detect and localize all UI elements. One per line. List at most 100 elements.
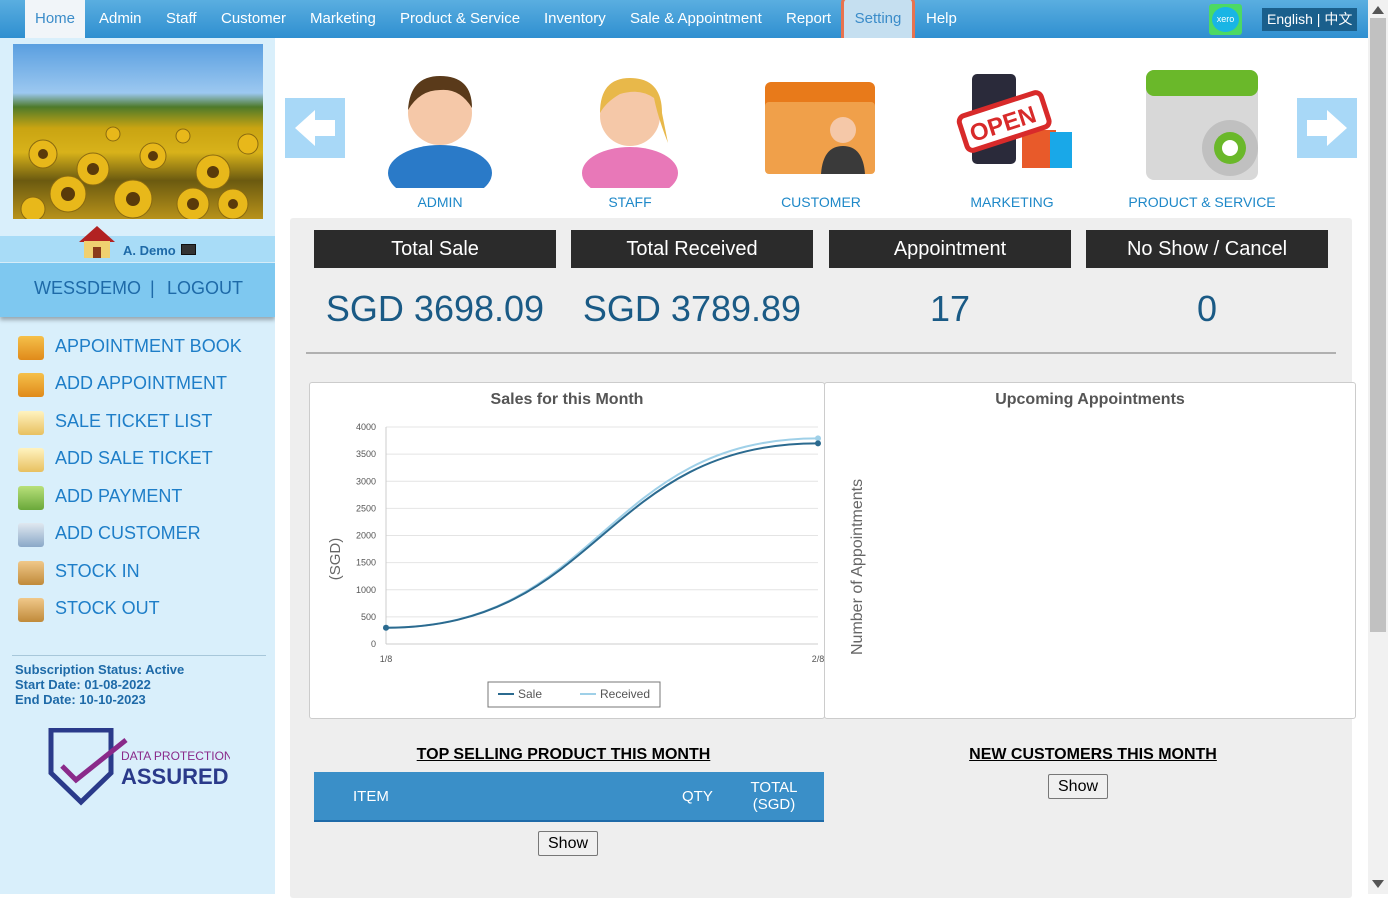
module-label: PRODUCT & SERVICE — [1128, 194, 1276, 210]
carousel-next-button[interactable] — [1297, 98, 1357, 158]
box-in-icon — [18, 561, 44, 585]
module-label: MARKETING — [970, 194, 1054, 210]
menu-label: STOCK OUT — [55, 598, 160, 618]
y-tick-label: 1500 — [356, 558, 376, 568]
logout-link[interactable]: LOGOUT — [167, 278, 243, 299]
scrollbar-thumb[interactable] — [1370, 18, 1386, 632]
menu-add-appointment[interactable]: ADD APPOINTMENT — [18, 371, 273, 401]
scroll-up-arrow-icon[interactable] — [1372, 6, 1384, 14]
account-box: WESSDEMO | LOGOUT — [0, 263, 275, 317]
y-tick-label: 3000 — [356, 476, 376, 486]
appointments-chart-title: Upcoming Appointments — [995, 391, 1185, 408]
module-staff[interactable]: STAFF — [540, 58, 720, 233]
main-content: ADMIN STAFF CUSTOMER OPEN MARKETING PROD… — [275, 38, 1368, 898]
module-product-service[interactable]: PRODUCT & SERVICE — [1112, 58, 1292, 233]
home-house-icon[interactable] — [77, 224, 117, 260]
data-protection-shield-icon: DATA PROTECTION ASSURED — [48, 727, 233, 806]
arrow-right-icon — [1307, 110, 1347, 146]
data-point-sale — [383, 624, 389, 631]
calendar-icon — [18, 336, 44, 360]
module-label: ADMIN — [417, 194, 463, 210]
new-customers-show-button[interactable]: Show — [1048, 774, 1109, 799]
nav-sale-appointment[interactable]: Sale & Appointment — [630, 0, 762, 38]
y-tick-label: 0 — [371, 639, 376, 649]
stat-total-received-label: Total Received — [571, 230, 813, 268]
admin-avatar-icon — [380, 58, 500, 201]
sales-chart-card: Sales for this Month 0 500 1000 1500 2000 250… — [309, 382, 825, 719]
menu-label: ADD CUSTOMER — [55, 523, 201, 543]
account-link[interactable]: WESSDEMO — [34, 278, 141, 299]
module-label: STAFF — [608, 194, 652, 210]
appointments-y-axis-label: Number of Appointments — [849, 478, 866, 655]
y-tick-label: 500 — [361, 612, 376, 622]
nav-product-service[interactable]: Product & Service — [400, 0, 520, 38]
sunflower-decoration — [20, 126, 259, 219]
stats-divider — [306, 352, 1336, 354]
nav-home[interactable]: Home — [25, 0, 85, 38]
y-tick-label: 2500 — [356, 503, 376, 513]
menu-stock-in[interactable]: STOCK IN — [18, 559, 273, 589]
top-selling-title: TOP SELLING PRODUCT THIS MONTH — [416, 746, 711, 763]
nav-report[interactable]: Report — [786, 0, 831, 38]
carousel-prev-button[interactable] — [285, 98, 345, 158]
laptop-icon — [181, 244, 196, 255]
stat-no-show-label: No Show / Cancel — [1086, 230, 1328, 268]
top-selling-show-button[interactable]: Show — [538, 831, 599, 856]
nav-inventory[interactable]: Inventory — [544, 0, 606, 38]
menu-label: ADD PAYMENT — [55, 486, 183, 506]
staff-avatar-icon — [570, 58, 690, 199]
marketing-open-icon: OPEN — [952, 58, 1080, 188]
account-separator: | — [150, 278, 155, 298]
menu-appointment-book[interactable]: APPOINTMENT BOOK — [18, 334, 273, 364]
menu-label: SALE TICKET LIST — [55, 411, 213, 431]
menu-label: STOCK IN — [55, 561, 140, 581]
menu-stock-out[interactable]: STOCK OUT — [18, 596, 273, 626]
sidebar: A. Demo WESSDEMO | LOGOUT APPOINTMENT BO… — [0, 38, 275, 894]
menu-add-payment[interactable]: ADD PAYMENT — [18, 484, 273, 514]
nav-staff[interactable]: Staff — [166, 0, 197, 38]
calendar-add-icon — [18, 373, 44, 397]
series-line-received — [385, 437, 819, 629]
subscription-divider — [12, 655, 266, 656]
nav-admin[interactable]: Admin — [99, 0, 142, 38]
sales-line-chart: 0 500 1000 1500 2000 2500 3000 3500 4000 1/8 2/8 (S… — [327, 422, 824, 708]
language-switch[interactable]: English | 中文 — [1262, 8, 1358, 31]
nav-marketing[interactable]: Marketing — [310, 0, 376, 38]
column-total: TOTAL (SGD) — [750, 779, 798, 813]
menu-add-customer[interactable]: ADD CUSTOMER — [18, 521, 273, 551]
box-out-icon — [18, 598, 44, 622]
badge-line1: DATA PROTECTION — [121, 749, 230, 763]
top-navigation-bar: Home Admin Staff Customer Marketing Prod… — [0, 0, 1368, 38]
module-customer[interactable]: CUSTOMER — [731, 58, 911, 233]
subscription-end-date: End Date: 10-10-2023 — [15, 692, 146, 707]
subscription-status: Subscription Status: Active — [15, 662, 185, 677]
module-marketing[interactable]: OPEN MARKETING — [922, 58, 1102, 233]
receipt-add-icon — [18, 448, 44, 472]
y-tick-label: 4000 — [356, 422, 376, 432]
data-protection-badge: DATA PROTECTION ASSURED — [48, 727, 233, 806]
menu-label: ADD APPOINTMENT — [55, 373, 228, 393]
stat-total-received-value: SGD 3789.89 — [582, 288, 802, 329]
menu-add-sale-ticket[interactable]: ADD SALE TICKET — [18, 446, 273, 476]
sunflower-field-image — [13, 44, 263, 219]
new-customers-title: NEW CUSTOMERS THIS MONTH — [969, 746, 1217, 763]
menu-sale-ticket-list[interactable]: SALE TICKET LIST — [18, 409, 273, 439]
stat-total-sale-value: SGD 3698.09 — [325, 288, 545, 329]
xero-logo-icon: xero — [1212, 7, 1239, 32]
legend-label: Sale — [518, 687, 542, 701]
xero-button[interactable]: xero — [1209, 4, 1242, 35]
nav-help[interactable]: Help — [926, 0, 957, 38]
menu-label: ADD SALE TICKET — [55, 448, 213, 468]
nav-setting[interactable]: Setting — [843, 0, 913, 38]
nav-customer[interactable]: Customer — [221, 0, 286, 38]
module-label: CUSTOMER — [781, 194, 861, 210]
product-gear-icon — [1142, 58, 1262, 188]
scroll-down-arrow-icon[interactable] — [1372, 880, 1384, 888]
subscription-start-date: Start Date: 01-08-2022 — [15, 677, 151, 692]
customer-folder-icon — [761, 58, 881, 188]
y-tick-label: 1000 — [356, 585, 376, 595]
y-axis-label: (SGD) — [327, 538, 344, 581]
badge-line2: ASSURED — [121, 764, 229, 789]
legend-label: Received — [600, 687, 650, 701]
module-admin[interactable]: ADMIN — [350, 58, 530, 233]
